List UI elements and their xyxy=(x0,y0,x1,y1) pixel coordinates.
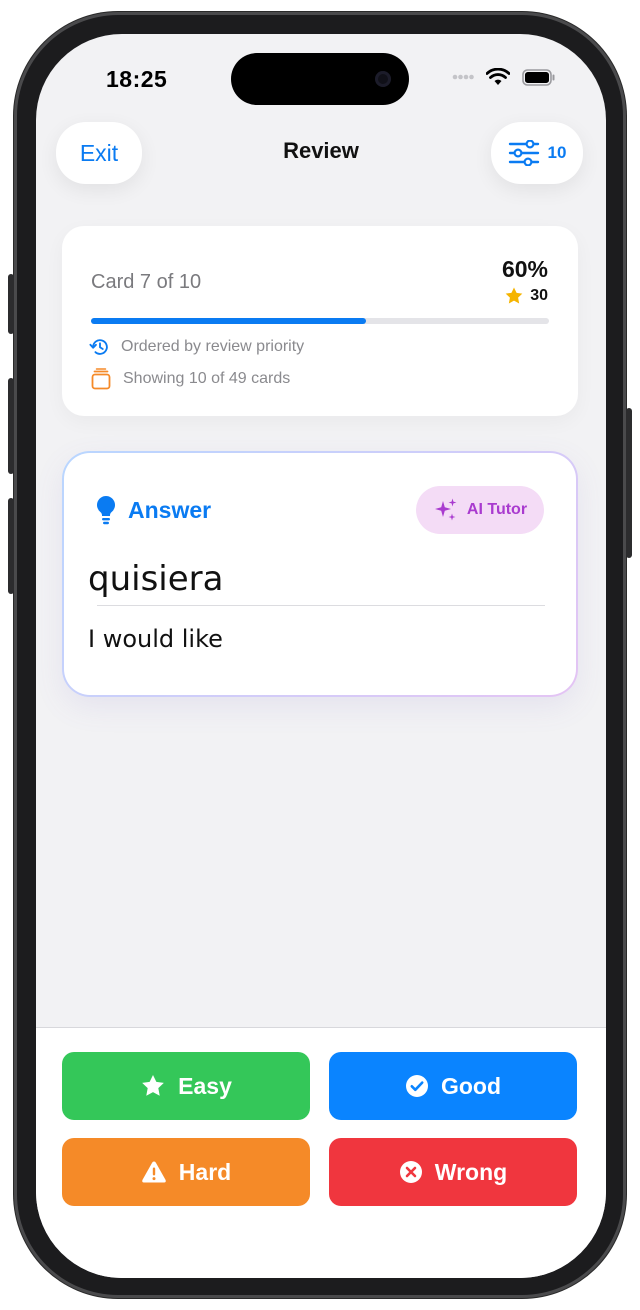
dynamic-island xyxy=(231,53,409,105)
order-text: Ordered by review priority xyxy=(121,338,305,355)
progress-bar xyxy=(91,318,549,324)
easy-button[interactable]: Easy xyxy=(62,1052,310,1120)
answer-heading: Answer xyxy=(96,495,211,525)
ai-tutor-button[interactable]: AI Tutor xyxy=(416,486,544,534)
answer-card: Answer AI Tutor quisiera I would like xyxy=(62,451,578,697)
volume-up-button xyxy=(8,378,14,474)
easy-label: Easy xyxy=(178,1072,232,1099)
mute-switch xyxy=(8,274,14,334)
battery-icon xyxy=(522,68,555,86)
order-info: Ordered by review priority xyxy=(89,336,304,358)
filter-count: 10 xyxy=(547,143,567,162)
wrong-label: Wrong xyxy=(434,1158,508,1185)
answer-divider xyxy=(97,605,545,606)
answer-word: quisiera xyxy=(88,559,224,599)
showing-text: Showing 10 of 49 cards xyxy=(123,370,291,387)
hard-label: Hard xyxy=(178,1158,232,1185)
warning-icon xyxy=(141,1161,166,1183)
front-camera xyxy=(375,71,391,87)
volume-down-button xyxy=(8,498,14,594)
star-icon xyxy=(505,287,523,304)
card-position: Card 7 of 10 xyxy=(91,271,202,293)
good-label: Good xyxy=(440,1072,502,1099)
star-icon xyxy=(142,1074,164,1096)
answer-meaning: I would like xyxy=(88,625,223,653)
wrong-button[interactable]: Wrong xyxy=(329,1138,577,1206)
progress-percent: 60% xyxy=(501,256,548,282)
answer-label: Answer xyxy=(128,496,212,523)
cards-icon xyxy=(91,368,111,390)
progress-card: Card 7 of 10 60% 30 Ordered by review pr… xyxy=(62,226,578,416)
power-button xyxy=(626,408,632,558)
sparkles-icon xyxy=(434,498,457,521)
grading-bar: Easy Good Hard Wrong xyxy=(36,1027,606,1278)
stars-badge: 30 xyxy=(504,286,548,306)
hard-button[interactable]: Hard xyxy=(62,1138,310,1206)
history-icon xyxy=(89,339,108,355)
status-time: 18:25 xyxy=(106,66,168,92)
good-button[interactable]: Good xyxy=(329,1052,577,1120)
showing-info: Showing 10 of 49 cards xyxy=(89,368,290,390)
checkmark-circle-icon xyxy=(405,1075,428,1097)
app-screen: 18:25 Exit Review 10 Card 7 of 10 60% 30… xyxy=(36,34,606,1278)
ai-tutor-label: AI Tutor xyxy=(466,501,528,518)
filter-settings-button[interactable]: 10 xyxy=(491,122,583,184)
stars-count: 30 xyxy=(530,287,548,304)
status-icons xyxy=(452,68,556,86)
x-circle-icon xyxy=(399,1161,422,1183)
wifi-icon xyxy=(486,68,510,85)
sliders-icon xyxy=(508,140,539,166)
signal-icon xyxy=(452,74,474,80)
progress-bar-fill xyxy=(91,318,366,324)
lightbulb-icon xyxy=(97,496,115,525)
